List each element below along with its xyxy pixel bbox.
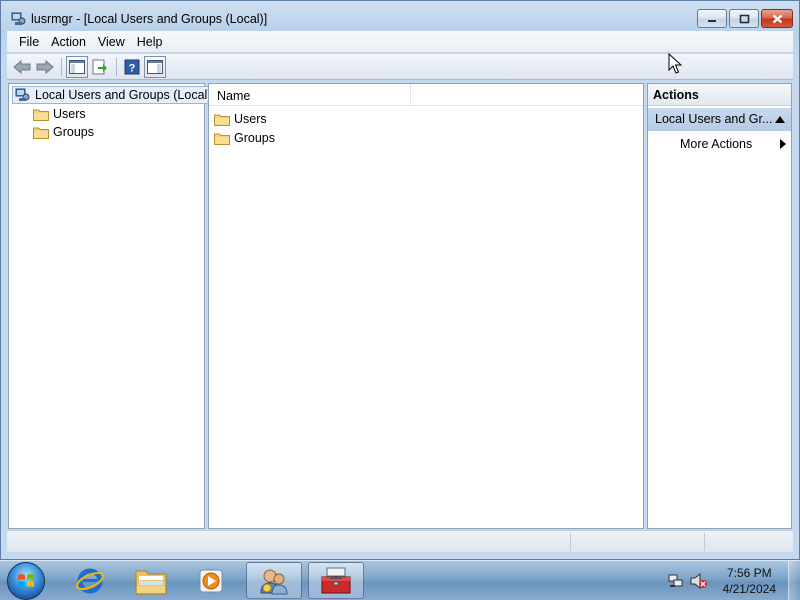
toolbar-separator — [116, 57, 117, 76]
column-header-empty — [411, 84, 643, 106]
tree-item-label: Users — [53, 107, 86, 121]
toolbox-icon — [321, 567, 351, 593]
console-tree-icon — [69, 59, 85, 74]
submenu-arrow-icon — [780, 139, 786, 149]
maximize-button[interactable] — [729, 9, 759, 28]
taskbar-media-player[interactable] — [183, 562, 239, 599]
tree-item-users[interactable]: Users — [33, 105, 86, 123]
folder-icon — [33, 109, 49, 121]
menu-bar: File Action View Help — [7, 31, 793, 53]
network-icon[interactable] — [668, 573, 684, 589]
show-hide-console-tree-button[interactable] — [66, 55, 88, 78]
users-management-icon — [260, 569, 288, 594]
console-tree-pane: Local Users and Groups (Local) Users Gro… — [8, 83, 216, 529]
close-button[interactable] — [761, 9, 793, 28]
taskbar-internet-explorer[interactable] — [62, 562, 118, 599]
tree-item-label: Local Users and Groups (Local) — [35, 88, 212, 102]
minimize-button[interactable] — [697, 9, 727, 28]
folder-icon — [33, 127, 49, 139]
windows-logo-icon — [18, 574, 34, 587]
users-groups-icon — [15, 88, 30, 101]
actions-pane: Actions Local Users and Gr... More Actio… — [647, 83, 792, 529]
status-bar-divider — [704, 533, 705, 551]
clock-time: 7:56 PM — [726, 566, 772, 580]
window-title: lusrmgr - [Local Users and Groups (Local… — [31, 12, 268, 26]
help-icon: ? — [124, 59, 140, 74]
help-button[interactable]: ? — [121, 56, 143, 78]
tree-item-root[interactable]: Local Users and Groups (Local) — [12, 86, 216, 104]
list-item-groups[interactable]: Groups — [214, 129, 275, 147]
minimize-icon — [708, 19, 716, 22]
taskbar-file-explorer[interactable] — [123, 562, 179, 599]
column-header-name[interactable]: Name — [209, 84, 411, 106]
back-arrow-icon — [13, 59, 31, 74]
export-list-button[interactable] — [89, 56, 111, 78]
list-item-users[interactable]: Users — [214, 110, 267, 128]
export-list-icon — [92, 59, 107, 74]
actions-title: Actions — [648, 84, 791, 106]
show-desktop-button[interactable] — [788, 561, 800, 600]
main-window: lusrmgr - [Local Users and Groups (Local… — [0, 0, 800, 560]
computer-management-icon — [11, 12, 26, 25]
toolbar-separator — [61, 57, 62, 76]
file-explorer-icon — [135, 570, 167, 594]
taskbar: 7:56 PM 4/21/2024 — [0, 560, 800, 600]
status-bar-divider — [570, 533, 571, 551]
caption-buttons — [695, 9, 793, 28]
mouse-cursor-icon — [668, 53, 682, 74]
more-actions-item[interactable]: More Actions — [680, 134, 788, 154]
volume-muted-icon[interactable] — [690, 573, 708, 589]
folder-icon — [214, 114, 230, 126]
menu-file[interactable]: File — [13, 35, 45, 49]
menu-view[interactable]: View — [92, 35, 131, 49]
back-button[interactable] — [11, 56, 33, 78]
taskbar-computer-management[interactable] — [308, 562, 364, 599]
internet-explorer-icon — [76, 568, 104, 593]
menu-help[interactable]: Help — [131, 35, 169, 49]
results-list-pane: Name Users Groups — [208, 83, 644, 529]
menu-action[interactable]: Action — [45, 35, 92, 49]
svg-text:?: ? — [129, 62, 136, 74]
close-icon — [772, 14, 782, 23]
list-header: Name — [209, 84, 643, 106]
actions-section-header[interactable]: Local Users and Gr... — [648, 108, 791, 131]
action-pane-icon — [147, 59, 163, 74]
show-hide-action-pane-button[interactable] — [144, 55, 166, 78]
list-item-label: Users — [234, 112, 267, 126]
tree-item-label: Groups — [53, 125, 94, 139]
start-button[interactable] — [7, 562, 45, 600]
forward-button[interactable] — [34, 56, 56, 78]
list-item-label: Groups — [234, 131, 275, 145]
folder-icon — [214, 133, 230, 145]
media-player-icon — [199, 569, 223, 592]
maximize-icon — [739, 14, 749, 23]
collapse-up-icon[interactable] — [775, 116, 785, 123]
title-bar[interactable]: lusrmgr - [Local Users and Groups (Local… — [1, 1, 799, 33]
system-clock[interactable]: 7:56 PM 4/21/2024 — [723, 565, 776, 597]
tree-item-groups[interactable]: Groups — [33, 123, 94, 141]
forward-arrow-icon — [36, 59, 54, 74]
actions-section-label: Local Users and Gr... — [655, 112, 773, 126]
taskbar-lusrmgr[interactable] — [246, 562, 302, 599]
clock-date: 4/21/2024 — [722, 582, 776, 596]
more-actions-label: More Actions — [680, 137, 753, 151]
status-bar — [7, 530, 793, 552]
